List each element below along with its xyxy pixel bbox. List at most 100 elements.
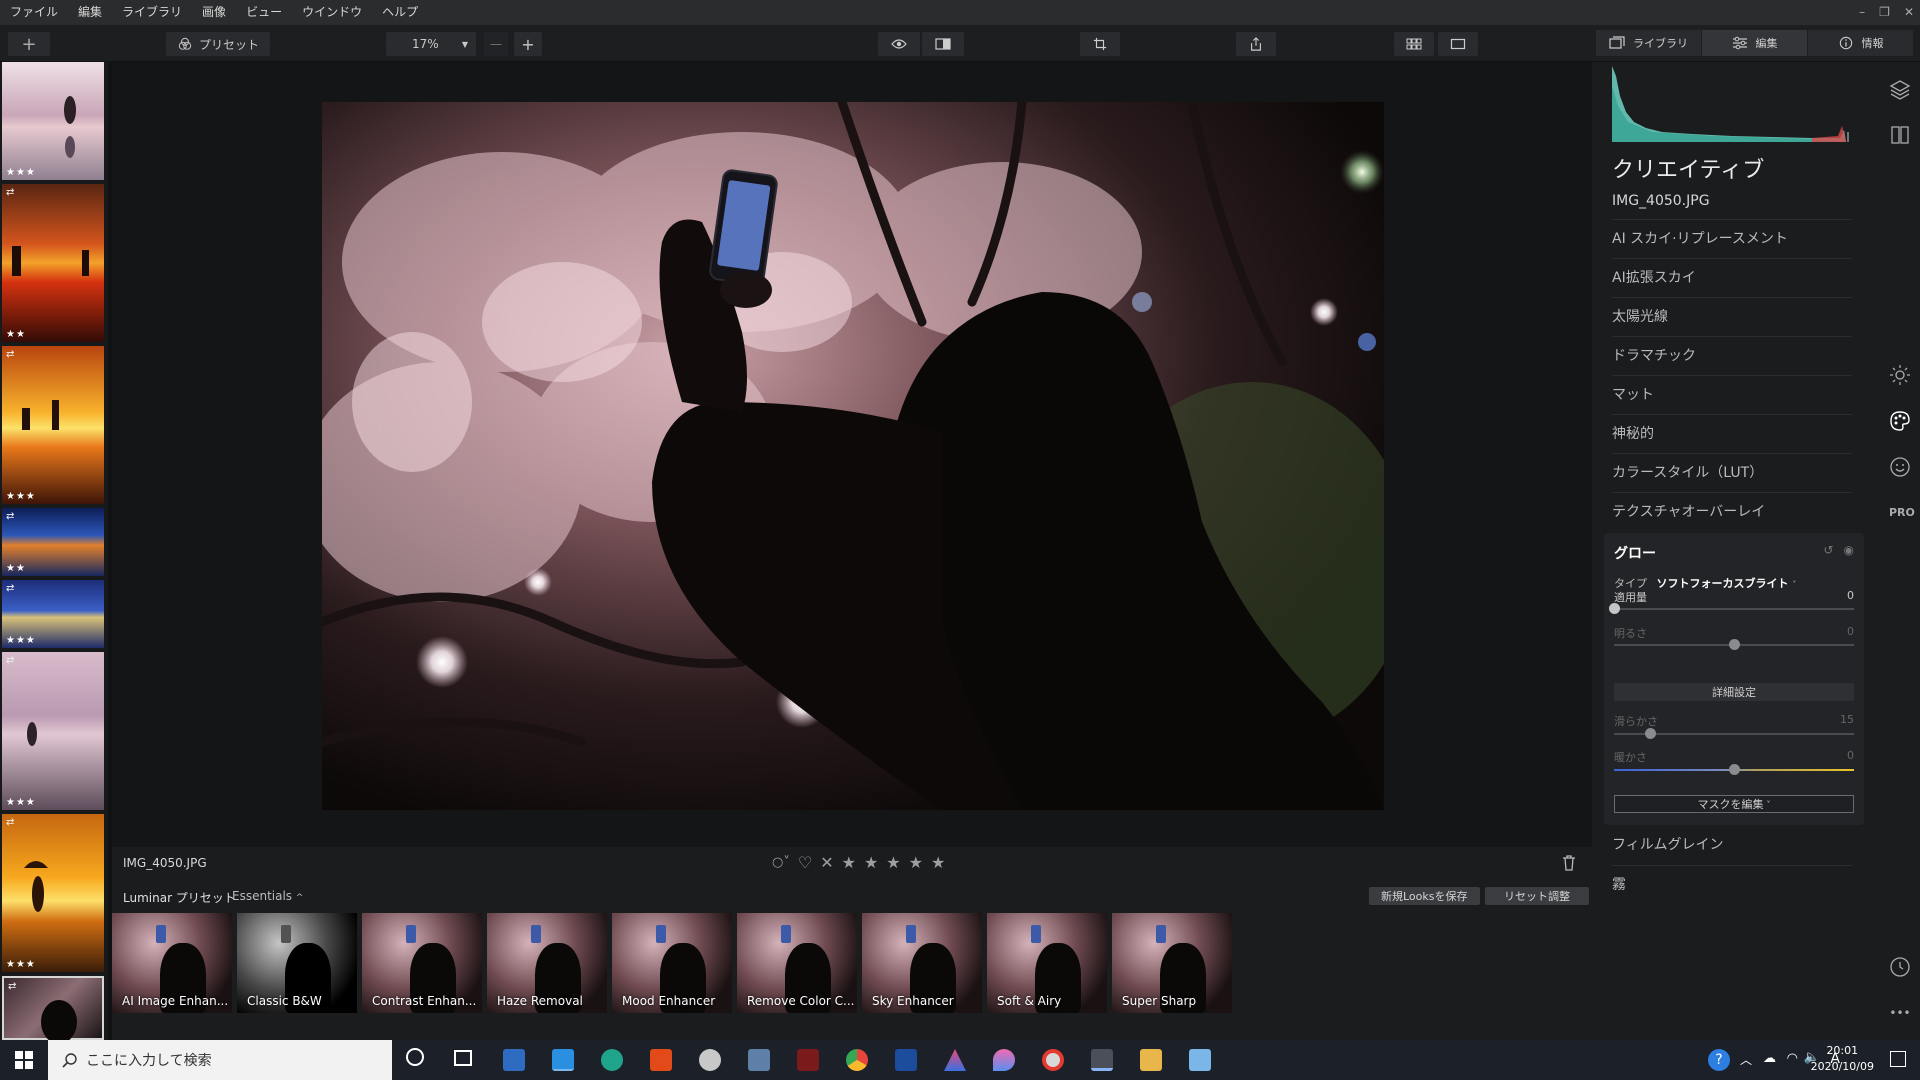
- app-icon-notes[interactable]: [1189, 1049, 1211, 1071]
- app-icon-drop[interactable]: [993, 1049, 1015, 1071]
- preset-thumb[interactable]: Super Sharp: [1112, 913, 1232, 1013]
- presets-tab[interactable]: Luminar プリセット: [123, 889, 236, 906]
- office-icon[interactable]: [650, 1049, 672, 1071]
- compare-button[interactable]: [922, 32, 964, 56]
- smoothness-slider-knob[interactable]: [1645, 728, 1656, 739]
- grid-view-button[interactable]: [1394, 32, 1434, 56]
- luminar-taskbar-icon[interactable]: [1091, 1049, 1113, 1071]
- preset-thumb[interactable]: Remove Color C...: [737, 913, 857, 1013]
- tab-info[interactable]: 情報: [1808, 30, 1913, 56]
- filmstrip-thumb[interactable]: ⇄ ★★: [2, 508, 104, 578]
- star-3[interactable]: ★: [886, 853, 900, 873]
- pro-tools-icon[interactable]: PRO: [1889, 502, 1915, 524]
- edge-icon[interactable]: [601, 1049, 623, 1071]
- help-icon[interactable]: ?: [1708, 1049, 1730, 1071]
- onedrive-icon[interactable]: [699, 1049, 721, 1071]
- heart-icon[interactable]: ♡: [798, 853, 812, 873]
- preset-thumb[interactable]: Classic B&W: [237, 913, 357, 1013]
- more-options-icon[interactable]: •••: [1889, 1002, 1911, 1024]
- app-icon-red[interactable]: [797, 1049, 819, 1071]
- preset-thumb[interactable]: Mood Enhancer: [612, 913, 732, 1013]
- advanced-settings-button[interactable]: 詳細設定: [1614, 683, 1854, 701]
- brightness-slider[interactable]: [1614, 639, 1854, 650]
- presets-category[interactable]: Essentials ^: [232, 889, 303, 903]
- filmstrip-thumb-selected[interactable]: ⇄: [2, 976, 104, 1040]
- trash-icon[interactable]: [1562, 855, 1576, 871]
- tab-library[interactable]: ライブラリ: [1596, 30, 1701, 56]
- preset-thumb[interactable]: Contrast Enhan...: [362, 913, 482, 1013]
- single-view-button[interactable]: [1438, 32, 1478, 56]
- app-icon-ring[interactable]: [1042, 1049, 1064, 1071]
- history-clock-icon[interactable]: [1889, 956, 1911, 978]
- file-explorer-icon[interactable]: [1140, 1049, 1162, 1071]
- wifi-icon[interactable]: ◠: [1787, 1051, 1798, 1066]
- mail-icon[interactable]: [552, 1049, 574, 1071]
- glow-title[interactable]: グロー: [1614, 543, 1656, 563]
- menu-help[interactable]: ヘルプ: [372, 0, 428, 25]
- tool-film-grain[interactable]: フィルムグレイン: [1612, 826, 1852, 865]
- cortana-icon[interactable]: [406, 1048, 424, 1066]
- smoothness-slider[interactable]: [1614, 728, 1854, 739]
- tool-ai-augmented-sky[interactable]: AI拡張スカイ: [1612, 258, 1852, 297]
- taskbar-clock[interactable]: 20:01 2020/10/09: [1811, 1043, 1874, 1075]
- notification-icon[interactable]: [1890, 1051, 1906, 1067]
- filmstrip-thumb[interactable]: ⇄ ★★★: [2, 580, 104, 650]
- filmstrip-thumb[interactable]: ⇄ ★★: [2, 184, 104, 344]
- menu-file[interactable]: ファイル: [0, 0, 68, 25]
- share-button[interactable]: [1236, 32, 1276, 56]
- tool-mystical[interactable]: 神秘的: [1612, 414, 1852, 453]
- crop-button[interactable]: [1080, 32, 1120, 56]
- zoom-select[interactable]: 17% ▼: [386, 32, 476, 56]
- preset-thumb[interactable]: AI Image Enhan...: [112, 913, 232, 1013]
- cloud-icon[interactable]: ☁: [1763, 1051, 1776, 1066]
- windows-start-icon[interactable]: [15, 1051, 33, 1069]
- preset-thumb[interactable]: Haze Removal: [487, 913, 607, 1013]
- add-photos-button[interactable]: +: [8, 32, 50, 56]
- menu-library[interactable]: ライブラリ: [112, 0, 192, 25]
- undo-icon[interactable]: ↺: [1823, 543, 1833, 557]
- tool-fog[interactable]: 霧: [1612, 865, 1852, 904]
- main-photo[interactable]: [322, 102, 1384, 810]
- tool-sunrays[interactable]: 太陽光線: [1612, 297, 1852, 336]
- chrome-icon[interactable]: [846, 1049, 868, 1071]
- tool-color-styles-lut[interactable]: カラースタイル（LUT）: [1612, 453, 1852, 492]
- visibility-icon[interactable]: ◉: [1844, 543, 1854, 557]
- amount-slider-knob[interactable]: [1609, 603, 1620, 614]
- menu-edit[interactable]: 編集: [68, 0, 112, 25]
- filmstrip-thumb[interactable]: ⇄ ★★★: [2, 814, 104, 974]
- tool-texture-overlay[interactable]: テクスチャオーバーレイ: [1612, 492, 1852, 531]
- star-4[interactable]: ★: [909, 853, 923, 873]
- app-icon-blue[interactable]: [895, 1049, 917, 1071]
- preset-thumb[interactable]: Soft & Airy: [987, 913, 1107, 1013]
- preset-thumb[interactable]: Sky Enhancer: [862, 913, 982, 1013]
- presets-button[interactable]: プリセット: [166, 32, 270, 56]
- star-2[interactable]: ★: [864, 853, 878, 873]
- essentials-sun-icon[interactable]: [1889, 364, 1911, 386]
- affinity-icon[interactable]: [944, 1049, 966, 1071]
- filmstrip-thumb[interactable]: ⇄ ★★★: [2, 346, 104, 506]
- tab-edit[interactable]: 編集: [1702, 30, 1807, 56]
- color-label-icon[interactable]: ○˅: [772, 853, 790, 873]
- tool-ai-sky-replacement[interactable]: AI スカイ·リプレースメント: [1612, 219, 1852, 258]
- close-icon[interactable]: ✕: [1904, 0, 1914, 25]
- star-1[interactable]: ★: [842, 853, 856, 873]
- calculator-icon[interactable]: [748, 1049, 770, 1071]
- taskbar-search-input[interactable]: ここに入力して検索: [48, 1040, 392, 1080]
- warmth-slider[interactable]: [1614, 764, 1854, 775]
- creative-palette-icon[interactable]: [1889, 410, 1911, 432]
- menu-image[interactable]: 画像: [192, 0, 236, 25]
- warmth-slider-knob[interactable]: [1729, 764, 1740, 775]
- store-icon[interactable]: [503, 1049, 525, 1071]
- tool-dramatic[interactable]: ドラマチック: [1612, 336, 1852, 375]
- filmstrip-thumb[interactable]: ★★★: [2, 62, 104, 182]
- filmstrip-thumb[interactable]: ⇄ ★★★: [2, 652, 104, 812]
- tool-matte[interactable]: マット: [1612, 375, 1852, 414]
- minimize-icon[interactable]: –: [1859, 0, 1865, 25]
- reject-icon[interactable]: ✕: [820, 853, 833, 873]
- canvas-icon[interactable]: [1889, 124, 1911, 146]
- preview-button[interactable]: [878, 32, 920, 56]
- save-look-button[interactable]: 新規Looksを保存: [1369, 887, 1480, 905]
- layers-icon[interactable]: [1889, 78, 1911, 100]
- zoom-in-button[interactable]: +: [514, 32, 542, 56]
- chevron-up-icon[interactable]: ︿: [1740, 1051, 1752, 1068]
